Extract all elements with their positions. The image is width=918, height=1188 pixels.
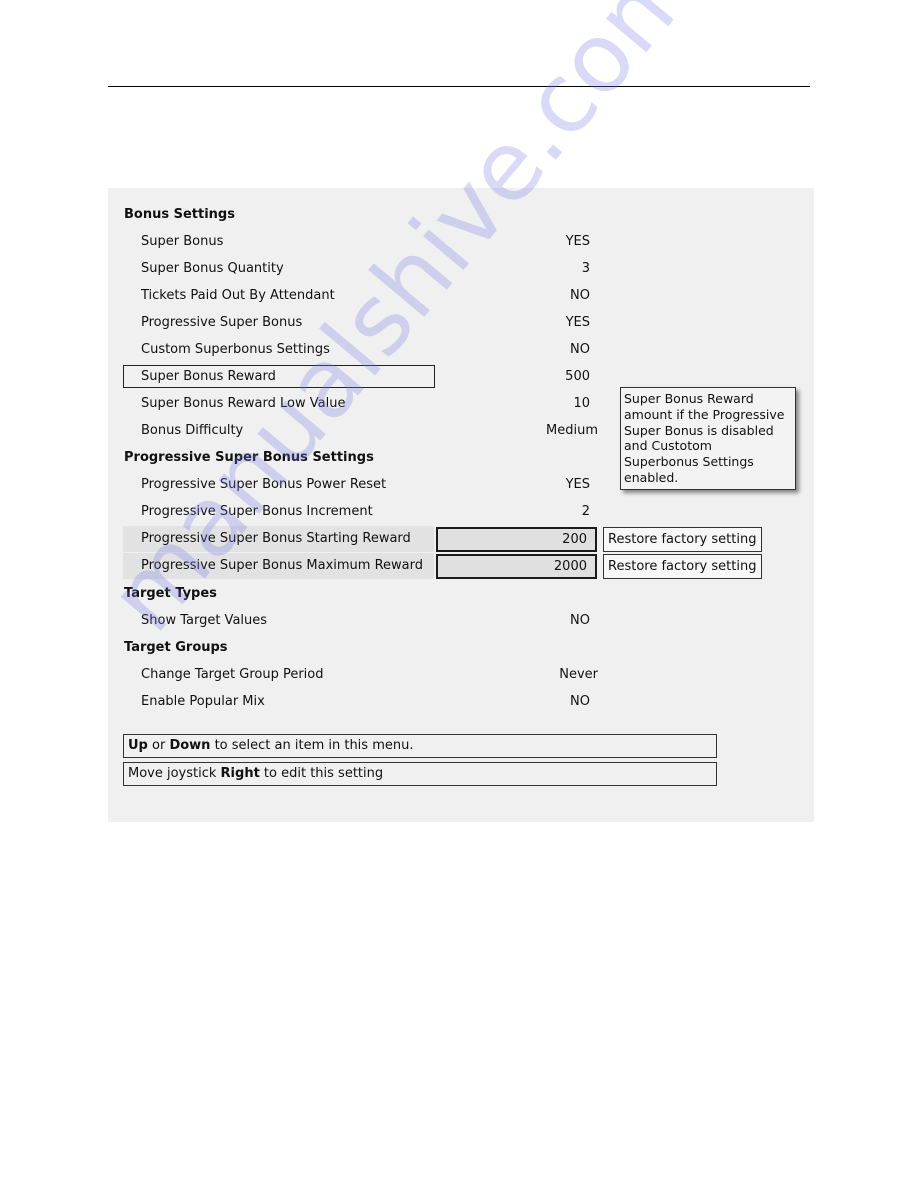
menu-item-super-bonus-quantity[interactable]: Super Bonus Quantity 3 [108,256,814,282]
tooltip-line: and Custotom [624,438,712,454]
menu-item-label: Enable Popular Mix [141,694,265,709]
menu-item-value: NO [570,342,590,357]
menu-item-show-target-values[interactable]: Show Target Values NO [108,608,814,634]
restore-factory-setting-button-maximum-reward[interactable]: Restore factory setting [603,554,762,579]
menu-item-label: Super Bonus Reward [141,369,276,384]
menu-item-value: Medium [546,423,598,438]
settings-menu-panel: Bonus Settings Super Bonus YES Super Bon… [108,188,814,822]
section-title-bonus-settings: Bonus Settings [124,207,235,222]
hint-key-down: Down [169,738,211,753]
maximum-reward-value-field[interactable]: 2000 [436,554,597,579]
menu-item-value: Never [559,667,598,682]
menu-item-value: NO [570,288,590,303]
tooltip-line: enabled. [624,469,679,485]
menu-item-custom-superbonus-settings[interactable]: Custom Superbonus Settings NO [108,337,814,363]
menu-item-value: YES [565,477,590,492]
section-title-target-types: Target Types [124,586,217,601]
menu-item-label: Super Bonus [141,234,224,249]
page-header-rule [108,86,810,87]
tooltip-line: Super Bonus Reward [624,391,754,406]
menu-item-label: Progressive Super Bonus Power Reset [141,477,387,492]
menu-item-progressive-super-bonus-increment[interactable]: Progressive Super Bonus Increment 2 [108,499,814,525]
menu-item-label: Custom Superbonus Settings [141,342,330,357]
hint-key-up: Up [128,738,148,753]
menu-item-super-bonus[interactable]: Super Bonus YES [108,229,814,255]
menu-item-value: YES [565,315,590,330]
menu-item-label: Show Target Values [141,613,268,628]
menu-item-progressive-super-bonus[interactable]: Progressive Super Bonus YES [108,310,814,336]
menu-item-label: Super Bonus Reward Low Value [141,396,346,411]
help-tooltip: Super Bonus Reward amount if the Progres… [620,387,796,490]
tooltip-line: Super Bonus is disabled [624,422,774,438]
edit-hint: Move joystick Right to edit this setting [123,762,717,786]
navigation-hint: Up or Down to select an item in this men… [123,734,717,758]
menu-item-label: Super Bonus Quantity [141,261,284,276]
menu-item-label: Change Target Group Period [141,667,324,682]
hint-text: or [147,738,170,753]
menu-item-label: Progressive Super Bonus [141,315,303,330]
starting-reward-value-field[interactable]: 200 [436,527,597,552]
menu-item-label: Bonus Difficulty [141,423,244,438]
menu-item-label: Progressive Super Bonus Increment [141,504,373,519]
menu-item-value: NO [570,613,590,628]
menu-item-change-target-group-period[interactable]: Change Target Group Period Never [108,662,814,688]
menu-item-label: Tickets Paid Out By Attendant [141,288,335,303]
menu-item-label: Progressive Super Bonus Starting Reward [141,531,411,546]
menu-item-value: 2 [581,504,590,519]
menu-item-enable-popular-mix[interactable]: Enable Popular Mix NO [108,689,814,715]
menu-item-label: Progressive Super Bonus Maximum Reward [141,558,423,573]
restore-factory-setting-button-starting-reward[interactable]: Restore factory setting [603,527,762,552]
menu-item-value: YES [565,234,590,249]
tooltip-line: Superbonus Settings [624,454,754,470]
tooltip-line: amount if the Progressive [624,406,785,422]
menu-item-value: 500 [565,369,590,384]
hint-text: to edit this setting [259,766,384,781]
menu-item-value: 3 [581,261,590,276]
menu-item-value: NO [570,694,590,709]
menu-item-value: 10 [573,396,590,411]
hint-text: to select an item in this menu. [210,738,414,753]
section-title-progressive-super-bonus-settings: Progressive Super Bonus Settings [124,450,374,465]
hint-text: Move joystick [128,766,221,781]
section-title-target-groups: Target Groups [124,640,228,655]
menu-item-tickets-paid-out-by-attendant[interactable]: Tickets Paid Out By Attendant NO [108,283,814,309]
hint-key-right: Right [220,766,260,781]
